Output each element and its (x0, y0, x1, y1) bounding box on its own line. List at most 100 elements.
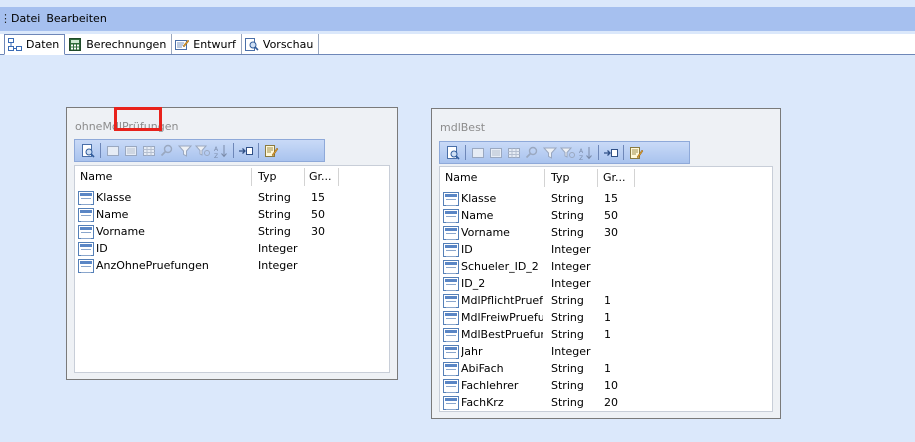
sort-icon[interactable]: AZ (213, 143, 229, 160)
menu-bearbeiten[interactable]: Bearbeiten (43, 7, 109, 31)
sort-icon[interactable]: AZ (578, 145, 594, 162)
field-rows: Klasse String 15 Name String 50 Vorname Strin… (75, 190, 389, 275)
table-row[interactable]: Klasse String 15 (440, 191, 772, 208)
search-icon[interactable] (524, 145, 540, 161)
filter-edit-icon[interactable] (194, 143, 211, 159)
table-row[interactable]: Fachlehrer String 10 (440, 378, 772, 395)
toolbar-separator (100, 143, 101, 158)
toolbar-separator (258, 143, 259, 158)
properties-icon[interactable] (123, 143, 139, 159)
menu-datei[interactable]: Datei (8, 7, 43, 31)
column-divider[interactable] (597, 169, 598, 187)
preview-icon[interactable] (445, 145, 461, 161)
tab-entwurf[interactable]: Entwurf (172, 34, 242, 54)
table-row[interactable]: MdlPflichtPruefungString1 (440, 293, 772, 310)
field-icon (443, 379, 459, 393)
table-row[interactable]: Klasse String 15 (75, 190, 389, 207)
table-row[interactable]: ID Integer (75, 241, 389, 258)
grid-icon[interactable] (506, 145, 522, 161)
filter-icon[interactable] (542, 145, 558, 161)
add-field-icon[interactable] (470, 145, 486, 161)
column-header-size[interactable]: Gr... (309, 170, 332, 183)
table-row[interactable]: ID_2 Integer (440, 276, 772, 293)
column-divider[interactable] (634, 169, 635, 187)
svg-text:Z: Z (579, 155, 583, 161)
column-divider[interactable] (251, 168, 252, 186)
field-icon (443, 311, 459, 325)
field-icon (443, 396, 459, 410)
field-icon (443, 345, 459, 359)
table-row[interactable]: MdlBestPruefungString1 (440, 327, 772, 344)
fields-grid[interactable]: Name Typ Gr... Klasse String 15 Name String… (74, 165, 390, 373)
grip-icon: ⋮ (0, 12, 11, 25)
column-header-name[interactable]: Name (80, 170, 112, 183)
table-row[interactable]: Jahr Integer (440, 344, 772, 361)
table-row[interactable]: Schueler_ID_2 Integer (440, 259, 772, 276)
column-header-name[interactable]: Name (445, 171, 477, 184)
tab-daten[interactable]: Daten (4, 34, 66, 55)
tab-vorschau[interactable]: Vorschau (242, 34, 320, 54)
field-icon (78, 242, 94, 256)
field-icon (443, 277, 459, 291)
table-row[interactable]: ID Integer (440, 242, 772, 259)
grid-header: Name Typ Gr... (440, 167, 772, 189)
column-header-type[interactable]: Typ (551, 171, 570, 184)
table-title[interactable]: mdlBest (440, 121, 485, 134)
filter-icon[interactable] (177, 143, 193, 159)
annotation-highlight-box (114, 107, 162, 131)
preview-icon[interactable] (80, 143, 96, 159)
insert-icon[interactable] (238, 143, 254, 159)
tab-berechnungen[interactable]: Berechnungen (65, 34, 173, 54)
column-divider[interactable] (304, 168, 305, 186)
table-row[interactable]: AbiFach String 1 (440, 361, 772, 378)
field-icon (443, 260, 459, 274)
field-rows: Klasse String 15 Name String 50 Vorname Strin… (440, 191, 772, 411)
toolbar-separator (465, 145, 466, 160)
properties-icon[interactable] (488, 145, 504, 161)
tab-entwurf-label: Entwurf (193, 37, 236, 51)
toolbar-separator (233, 143, 234, 158)
svg-text:A: A (579, 148, 584, 155)
table-row[interactable]: Vorname String 30 (440, 225, 772, 242)
field-icon (443, 209, 459, 223)
field-icon (443, 226, 459, 240)
column-header-size[interactable]: Gr... (603, 171, 626, 184)
filter-edit-icon[interactable] (559, 145, 576, 161)
preview-icon (244, 37, 259, 51)
table-row[interactable]: Vorname String 30 (75, 224, 389, 241)
table-row[interactable]: FachKrz String 20 (440, 395, 772, 411)
table-row[interactable]: AnzOhnePruefungen Integer (75, 258, 389, 275)
add-field-icon[interactable] (105, 143, 121, 159)
field-icon (443, 243, 459, 257)
table-row[interactable]: MdlFreiwPruefungString1 (440, 310, 772, 327)
toolbar-separator (598, 145, 599, 160)
calculator-icon (68, 37, 82, 51)
table-window-mdlbest[interactable]: mdlBest AZ Name Typ Gr... Klasse String 15… (431, 108, 781, 419)
column-header-type[interactable]: Typ (258, 170, 277, 183)
column-divider[interactable] (544, 169, 545, 187)
field-icon (78, 225, 94, 239)
field-icon (78, 191, 94, 205)
search-icon[interactable] (159, 143, 175, 159)
toolbar-separator (623, 145, 624, 160)
fields-grid[interactable]: Name Typ Gr... Klasse String 15 Name String… (439, 166, 773, 412)
field-icon (443, 192, 459, 206)
table-row[interactable]: Name String 50 (440, 208, 772, 225)
edit-icon[interactable] (263, 143, 279, 159)
relations-icon (8, 38, 22, 51)
grid-icon[interactable] (141, 143, 157, 159)
grid-header: Name Typ Gr... (75, 166, 389, 188)
table-window-ohnemdlpruefungen[interactable]: ohneMdlPrüfungen AZ Name Typ Gr... Klass… (66, 107, 398, 380)
svg-text:A: A (214, 146, 219, 153)
design-icon (175, 38, 190, 51)
table-toolbar: AZ (439, 141, 690, 164)
tab-berechnungen-label: Berechnungen (86, 37, 167, 51)
field-icon (443, 294, 459, 308)
column-divider[interactable] (338, 168, 339, 186)
edit-icon[interactable] (628, 145, 644, 161)
field-icon (78, 259, 94, 273)
tab-strip: Daten Berechnungen Entwurf Vorschau (0, 34, 915, 55)
insert-icon[interactable] (603, 145, 619, 161)
field-icon (443, 362, 459, 376)
table-row[interactable]: Name String 50 (75, 207, 389, 224)
